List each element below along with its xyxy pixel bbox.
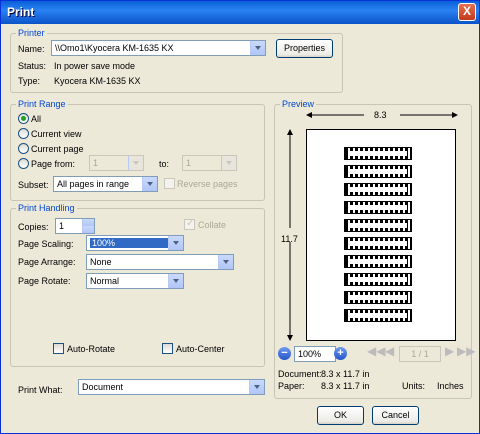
page-preview	[306, 129, 456, 341]
last-page-icon[interactable]: ▶▶	[457, 344, 475, 358]
dialog-title: Print	[7, 5, 35, 19]
chevron-down-icon	[168, 274, 183, 288]
page-rotate-select[interactable]: Normal	[86, 273, 184, 289]
page-scaling-label: Page Scaling:	[18, 239, 74, 249]
preview-content-row	[344, 309, 412, 322]
type-value: Kyocera KM-1635 KX	[54, 76, 141, 86]
units-label: Units:	[402, 381, 426, 391]
print-what-label: Print What:	[18, 385, 63, 395]
print-what-select[interactable]: Document	[78, 379, 265, 395]
page-arrange-select[interactable]: None	[86, 254, 234, 270]
chevron-down-icon	[128, 156, 143, 170]
copies-stepper[interactable]: 1	[55, 218, 95, 234]
page-from-radio[interactable]	[18, 158, 29, 169]
first-page-icon[interactable]: ◀◀	[367, 344, 385, 358]
print-dialog: Print X Printer Name: \\Omo1\Kyocera KM-…	[0, 0, 480, 434]
subset-value: All pages in range	[57, 179, 130, 189]
page-arrange-value: None	[90, 257, 112, 267]
zoom-out-icon[interactable]: −	[278, 347, 291, 360]
page-rotate-value: Normal	[90, 276, 120, 286]
current-page-label: Current page	[31, 144, 84, 154]
page-to-value: 1	[186, 158, 192, 168]
print-handling-legend: Print Handling	[16, 203, 77, 213]
status-label: Status:	[18, 61, 47, 71]
preview-content-row	[344, 273, 412, 286]
subset-label: Subset:	[18, 180, 49, 190]
paper-size-label: Paper:	[278, 381, 305, 391]
chevron-down-icon	[168, 236, 183, 250]
prev-page-icon[interactable]: ◀	[385, 344, 394, 358]
subset-select[interactable]: All pages in range	[53, 176, 158, 192]
reverse-pages-label: Reverse pages	[177, 179, 238, 189]
page-to-select[interactable]: 1	[182, 155, 237, 171]
title-bar[interactable]: Print X	[1, 1, 479, 24]
collate-checkbox[interactable]	[184, 218, 195, 230]
copies-label: Copies:	[18, 222, 49, 232]
close-button[interactable]: X	[458, 3, 476, 21]
preview-content-row	[344, 201, 412, 214]
printer-name-value: \\Omo1\Kyocera KM-1635 KX	[55, 43, 174, 53]
print-range-legend: Print Range	[16, 99, 68, 109]
document-size-value: 8.3 x 11.7 in	[321, 369, 370, 379]
chevron-down-icon	[249, 380, 264, 394]
current-view-label: Current view	[31, 129, 82, 139]
chevron-down-icon	[218, 255, 233, 269]
page-rotate-label: Page Rotate:	[18, 276, 71, 286]
to-label: to:	[159, 159, 170, 169]
width-dimension-label: 8.3	[374, 110, 387, 120]
type-label: Type:	[18, 76, 41, 86]
name-label: Name:	[18, 44, 45, 54]
zoom-in-icon[interactable]: +	[334, 347, 347, 360]
page-from-select[interactable]: 1	[89, 155, 144, 171]
page-arrange-label: Page Arrange:	[18, 257, 76, 267]
page-indicator-value: 1 / 1	[411, 349, 429, 359]
ok-button[interactable]: OK	[317, 406, 364, 425]
zoom-input[interactable]: 100%	[294, 346, 336, 362]
chevron-down-icon	[250, 41, 265, 55]
preview-content-row	[344, 255, 412, 268]
copies-value: 1	[59, 221, 65, 231]
status-value: In power save mode	[54, 61, 136, 71]
preview-legend: Preview	[280, 99, 317, 109]
height-dimension-label: 11.7	[281, 234, 298, 244]
preview-content-row	[344, 219, 412, 232]
preview-content-row	[344, 291, 412, 304]
next-page-icon[interactable]: ▶	[445, 344, 454, 358]
document-size-label: Document:	[278, 369, 322, 379]
auto-center-checkbox[interactable]	[162, 343, 173, 354]
zoom-value: 100%	[298, 349, 322, 359]
preview-content-row	[344, 237, 412, 250]
page-indicator-input[interactable]: 1 / 1	[399, 346, 441, 362]
preview-content-row	[344, 183, 412, 196]
all-radio[interactable]	[18, 113, 29, 124]
collate-label: Collate	[198, 220, 227, 230]
page-scaling-select[interactable]: 100%	[86, 235, 184, 251]
current-view-radio[interactable]	[18, 128, 29, 139]
all-label: All	[31, 114, 42, 124]
spin-down-icon[interactable]	[82, 226, 94, 233]
units-value: Inches	[437, 381, 464, 391]
printer-name-select[interactable]: \\Omo1\Kyocera KM-1635 KX	[51, 40, 266, 56]
page-from-value: 1	[93, 158, 99, 168]
reverse-pages-checkbox[interactable]	[164, 178, 175, 189]
page-from-label: Page from:	[31, 159, 76, 169]
cancel-button[interactable]: Cancel	[372, 406, 419, 425]
printer-legend: Printer	[16, 28, 47, 38]
print-what-value: Document	[82, 382, 124, 392]
preview-content-row	[344, 147, 412, 160]
auto-rotate-label: Auto-Rotate	[67, 344, 116, 354]
spin-up-icon[interactable]	[82, 219, 94, 226]
auto-rotate-checkbox[interactable]	[53, 343, 64, 354]
chevron-down-icon	[221, 156, 236, 170]
page-scaling-value: 100%	[90, 238, 168, 248]
paper-size-value: 8.3 x 11.7 in	[321, 381, 370, 391]
chevron-down-icon	[142, 177, 157, 191]
current-page-radio[interactable]	[18, 143, 29, 154]
preview-content-row	[344, 165, 412, 178]
properties-button[interactable]: Properties	[276, 39, 333, 58]
auto-center-label: Auto-Center	[176, 344, 225, 354]
